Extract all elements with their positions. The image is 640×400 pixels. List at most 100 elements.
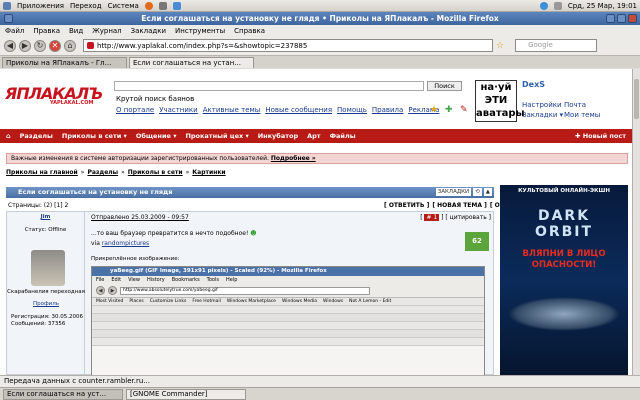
window-menu-icon[interactable] [4, 14, 13, 23]
forward-icon[interactable]: ▶ [19, 39, 31, 52]
link-help[interactable]: Помощь [337, 106, 367, 114]
link-about[interactable]: О портале [116, 106, 154, 114]
nav-web-jokes[interactable]: Приколы в сети ▾ [62, 132, 127, 140]
panel-menu-applications[interactable]: Приложения [17, 2, 64, 10]
link-members[interactable]: Участники [159, 106, 198, 114]
scrollbar-thumb[interactable] [634, 79, 639, 119]
topic-bookmark-button[interactable]: ЗАКЛАДКИ [435, 188, 472, 196]
reply-button[interactable]: [ ОТВЕТИТЬ ] [384, 202, 429, 209]
tab-yaplakal-home[interactable]: Приколы на ЯПлакалъ - Гл... [2, 57, 127, 68]
nav-art[interactable]: Арт [307, 132, 320, 140]
panel-menu-system[interactable]: Система [108, 2, 139, 10]
url-bar[interactable]: http://www.yaplakal.com/index.php?s=&sho… [83, 39, 493, 52]
link-mail[interactable]: Почта [564, 101, 608, 109]
nav-chat[interactable]: Общение ▾ [136, 132, 177, 140]
post: Jim Статус: Offline Скарабанелия переход… [6, 211, 494, 375]
minimize-icon[interactable] [606, 14, 615, 23]
new-post-button[interactable]: ✚ Новый пост [575, 129, 626, 143]
new-topic-button[interactable]: [ НОВАЯ ТЕМА ] [432, 202, 487, 209]
menu-edit[interactable]: Правка [33, 27, 60, 35]
menubar: Файл Правка Вид Журнал Закладки Инструме… [0, 25, 640, 36]
notice-more-link[interactable]: Подробнее » [271, 155, 316, 162]
banner-ad[interactable]: КУЛЬТОВЫЙ ОНЛАЙН-ЭКШН DARK ORBIT ВЛЯПНИ … [500, 185, 628, 375]
task-firefox[interactable]: Если соглашаться на уст... [3, 388, 123, 400]
topic-title: Если соглашаться на установку не глядя [18, 188, 173, 196]
task-gnome-commander[interactable]: [GNOME Commander] [126, 388, 246, 400]
inner-url: http://www.absolutelytrue.com/yabeeg.gif [120, 286, 370, 295]
site-logo-subtitle: YAPLAKAL.COM [50, 100, 94, 106]
topic-pages[interactable]: Страницы: (2) [1] 2 [8, 202, 68, 209]
panel-clock[interactable]: Срд, 25 Мар, 19:01 [568, 2, 637, 10]
menu-tools[interactable]: Инструменты [175, 27, 225, 35]
menu-history[interactable]: Журнал [92, 27, 121, 35]
author-profile-link[interactable]: Профиль [7, 301, 85, 307]
nav-files[interactable]: Файлы [330, 132, 356, 140]
tools-icon[interactable]: ✎ [460, 105, 468, 115]
link-bookmarks[interactable]: Закладки ▾ [522, 111, 564, 119]
home-icon[interactable]: ⌂ [64, 39, 76, 52]
terminal-launcher-icon[interactable] [158, 1, 167, 10]
window-title: Если соглашаться на установку не глядя •… [141, 14, 499, 23]
site-main-nav: ⌂ Разделы Приколы в сети ▾ Общение ▾ Про… [0, 129, 632, 143]
add-icon[interactable]: ✚ [445, 105, 453, 115]
menu-view[interactable]: Вид [69, 27, 83, 35]
network-icon[interactable] [539, 1, 548, 10]
site-search-button[interactable]: Поиск [427, 81, 462, 91]
breadcrumb-web-jokes[interactable]: Приколы в сети [128, 169, 183, 176]
gnome-foot-icon[interactable] [3, 1, 11, 10]
firefox-launcher-icon[interactable] [144, 1, 153, 10]
inner-navbar: ◀ ▶ http://www.absolutelytrue.com/yabeeg… [92, 284, 484, 298]
panel-menu-places[interactable]: Переход [70, 2, 102, 10]
attached-image[interactable]: yaBeeg.gif (GIF Image, 391x91 pixels) - … [91, 266, 485, 375]
maximize-icon[interactable] [617, 14, 626, 23]
mail-launcher-icon[interactable] [172, 1, 181, 10]
inner-toolbar-4 [92, 330, 484, 338]
menu-help[interactable]: Справка [234, 27, 265, 35]
gnome-top-panel: Приложения Переход Система Срд, 25 Мар, … [0, 0, 640, 12]
notice-banner: Важные изменения в системе авторизации з… [6, 153, 628, 164]
link-rules[interactable]: Правила [372, 106, 403, 114]
ad-logo: DARK ORBIT [534, 208, 594, 240]
site-search-input[interactable] [114, 81, 424, 91]
quote-button[interactable]: [ цитировать ] [445, 214, 491, 221]
reload-icon[interactable]: ↻ [34, 39, 46, 52]
post-via: via randompictures [91, 240, 150, 247]
home-nav-icon[interactable]: ⌂ [6, 132, 11, 140]
post-body: Отправлено 25.03.2009 - 09:57 [ # 1 ] [ … [91, 214, 491, 262]
stop-icon[interactable]: ✕ [49, 39, 61, 52]
post-author[interactable]: Jim [7, 214, 84, 220]
author-avatar[interactable] [31, 250, 65, 286]
post-rating[interactable]: 62 [465, 232, 489, 251]
status-bar: Передача данных с counter.rambler.ru... [0, 375, 640, 387]
search-input[interactable]: Google [515, 39, 598, 52]
new-post-label: Новый пост [582, 132, 626, 140]
post-number[interactable]: # 1 [424, 214, 440, 221]
breadcrumb-pictures[interactable]: Картинки [192, 169, 225, 176]
breadcrumb-home[interactable]: Приколы на главной [6, 169, 78, 176]
user-avatar[interactable]: на·уй ЭТИ аватары [475, 80, 525, 122]
inner-toolbar-1 [92, 306, 484, 314]
post-date[interactable]: Отправлено 25.03.2009 - 09:57 [91, 214, 189, 221]
nav-sections[interactable]: Разделы [20, 132, 53, 140]
username[interactable]: DexS [522, 80, 545, 89]
close-icon[interactable] [628, 14, 637, 23]
via-link[interactable]: randompictures [102, 240, 149, 247]
volume-icon[interactable] [553, 1, 562, 10]
topic-up-button[interactable]: ▲ [483, 188, 492, 196]
menu-bookmarks[interactable]: Закладки [131, 27, 166, 35]
topic-refresh-button[interactable]: ⟲ [473, 188, 482, 196]
bookmark-star-icon[interactable]: ☆ [496, 41, 504, 51]
back-icon[interactable]: ◀ [4, 39, 16, 52]
menu-file[interactable]: Файл [5, 27, 24, 35]
link-active-topics[interactable]: Активные темы [203, 106, 261, 114]
favorites-star-icon[interactable]: ★ [430, 105, 438, 115]
nav-incubator[interactable]: Инкубатор [258, 132, 298, 140]
link-my-topics[interactable]: Мои темы [564, 111, 608, 119]
page-scrollbar[interactable] [632, 69, 640, 375]
tab-current-topic[interactable]: Если соглашаться на устан... [129, 57, 254, 68]
ad-top-text: КУЛЬТОВЫЙ ОНЛАЙН-ЭКШН [518, 188, 610, 194]
link-new-messages[interactable]: Новые сообщения [265, 106, 332, 114]
link-settings[interactable]: Настройки [522, 101, 564, 109]
breadcrumb-sections[interactable]: Разделы [87, 169, 118, 176]
nav-rental[interactable]: Прокатный цех ▾ [185, 132, 248, 140]
